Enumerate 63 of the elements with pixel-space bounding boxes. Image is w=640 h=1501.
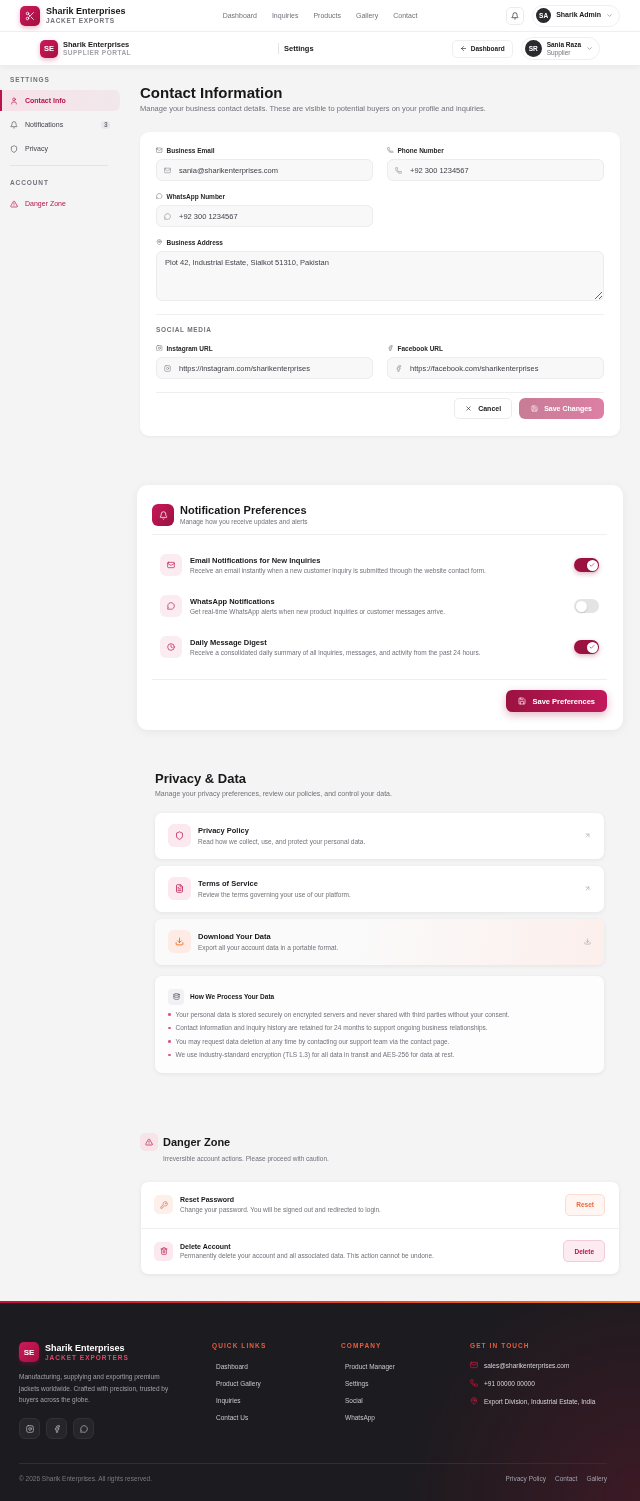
card-title: Notification Preferences: [180, 504, 307, 517]
download-icon: [584, 938, 591, 946]
arrow-up-right-icon: [584, 832, 591, 840]
map-pin-icon: [156, 238, 163, 246]
save-icon: [518, 697, 527, 705]
bullet-icon: [168, 1013, 171, 1016]
shield-icon: [168, 824, 191, 848]
document-icon: [168, 877, 191, 901]
check-icon: [589, 644, 595, 650]
clock-icon: [160, 636, 182, 658]
chevron-down-icon: [586, 45, 593, 52]
chat-bubble-icon: [160, 595, 182, 617]
bullet-icon: [168, 1053, 171, 1056]
facebook-icon: [387, 344, 394, 352]
bullet-icon: [168, 1040, 171, 1043]
check-icon: [589, 562, 595, 568]
download-icon: [168, 930, 191, 954]
toggle-switch[interactable]: [574, 640, 599, 654]
phone-icon: [395, 166, 402, 174]
bell-icon: [152, 504, 174, 526]
mail-icon: [470, 1361, 478, 1369]
scissors-icon: [20, 5, 40, 26]
chat-bubble-icon: [156, 192, 163, 200]
facebook-icon: [395, 364, 402, 372]
key-icon: [154, 1195, 173, 1214]
bell-icon: [10, 120, 18, 129]
instagram-icon: [156, 344, 163, 352]
map-pin-icon: [470, 1397, 478, 1405]
mail-icon: [160, 554, 182, 576]
mail-icon: [156, 146, 163, 154]
arrow-left-icon: [459, 45, 467, 52]
chevron-down-icon: [606, 12, 613, 19]
toggle-switch[interactable]: [574, 558, 599, 572]
shield-icon: [10, 144, 18, 153]
social-link[interactable]: [46, 1418, 67, 1439]
facebook-icon: [52, 1424, 61, 1433]
phone-icon: [470, 1379, 478, 1387]
warning-icon: [10, 199, 18, 208]
warning-icon: [140, 1132, 158, 1151]
phone-icon: [387, 146, 394, 154]
chat-bubble-icon: [164, 212, 171, 220]
close-icon: [465, 405, 473, 412]
social-link[interactable]: [73, 1418, 94, 1439]
section-title: Danger Zone: [163, 1134, 231, 1150]
save-icon: [531, 405, 539, 412]
arrow-up-right-icon: [584, 885, 591, 893]
chat-bubble-icon: [79, 1424, 88, 1433]
notifications-button[interactable]: [506, 6, 525, 25]
database-icon: [168, 988, 184, 1005]
user-icon: [10, 96, 18, 105]
instagram-icon: [164, 364, 171, 372]
section-title: Contact Information: [140, 84, 283, 102]
bell-icon: [511, 11, 520, 20]
toggle-switch[interactable]: [574, 599, 599, 613]
trash-icon: [154, 1241, 173, 1261]
instagram-icon: [25, 1424, 34, 1433]
bullet-icon: [168, 1026, 171, 1029]
section-title: Privacy & Data: [155, 771, 247, 787]
mail-icon: [164, 166, 171, 174]
brand-name: Sharik Enterprises: [46, 6, 126, 17]
brand-name: Sharik Enterprises: [45, 1342, 125, 1354]
social-link[interactable]: [19, 1418, 40, 1439]
brand-logo: SE: [19, 1342, 39, 1362]
